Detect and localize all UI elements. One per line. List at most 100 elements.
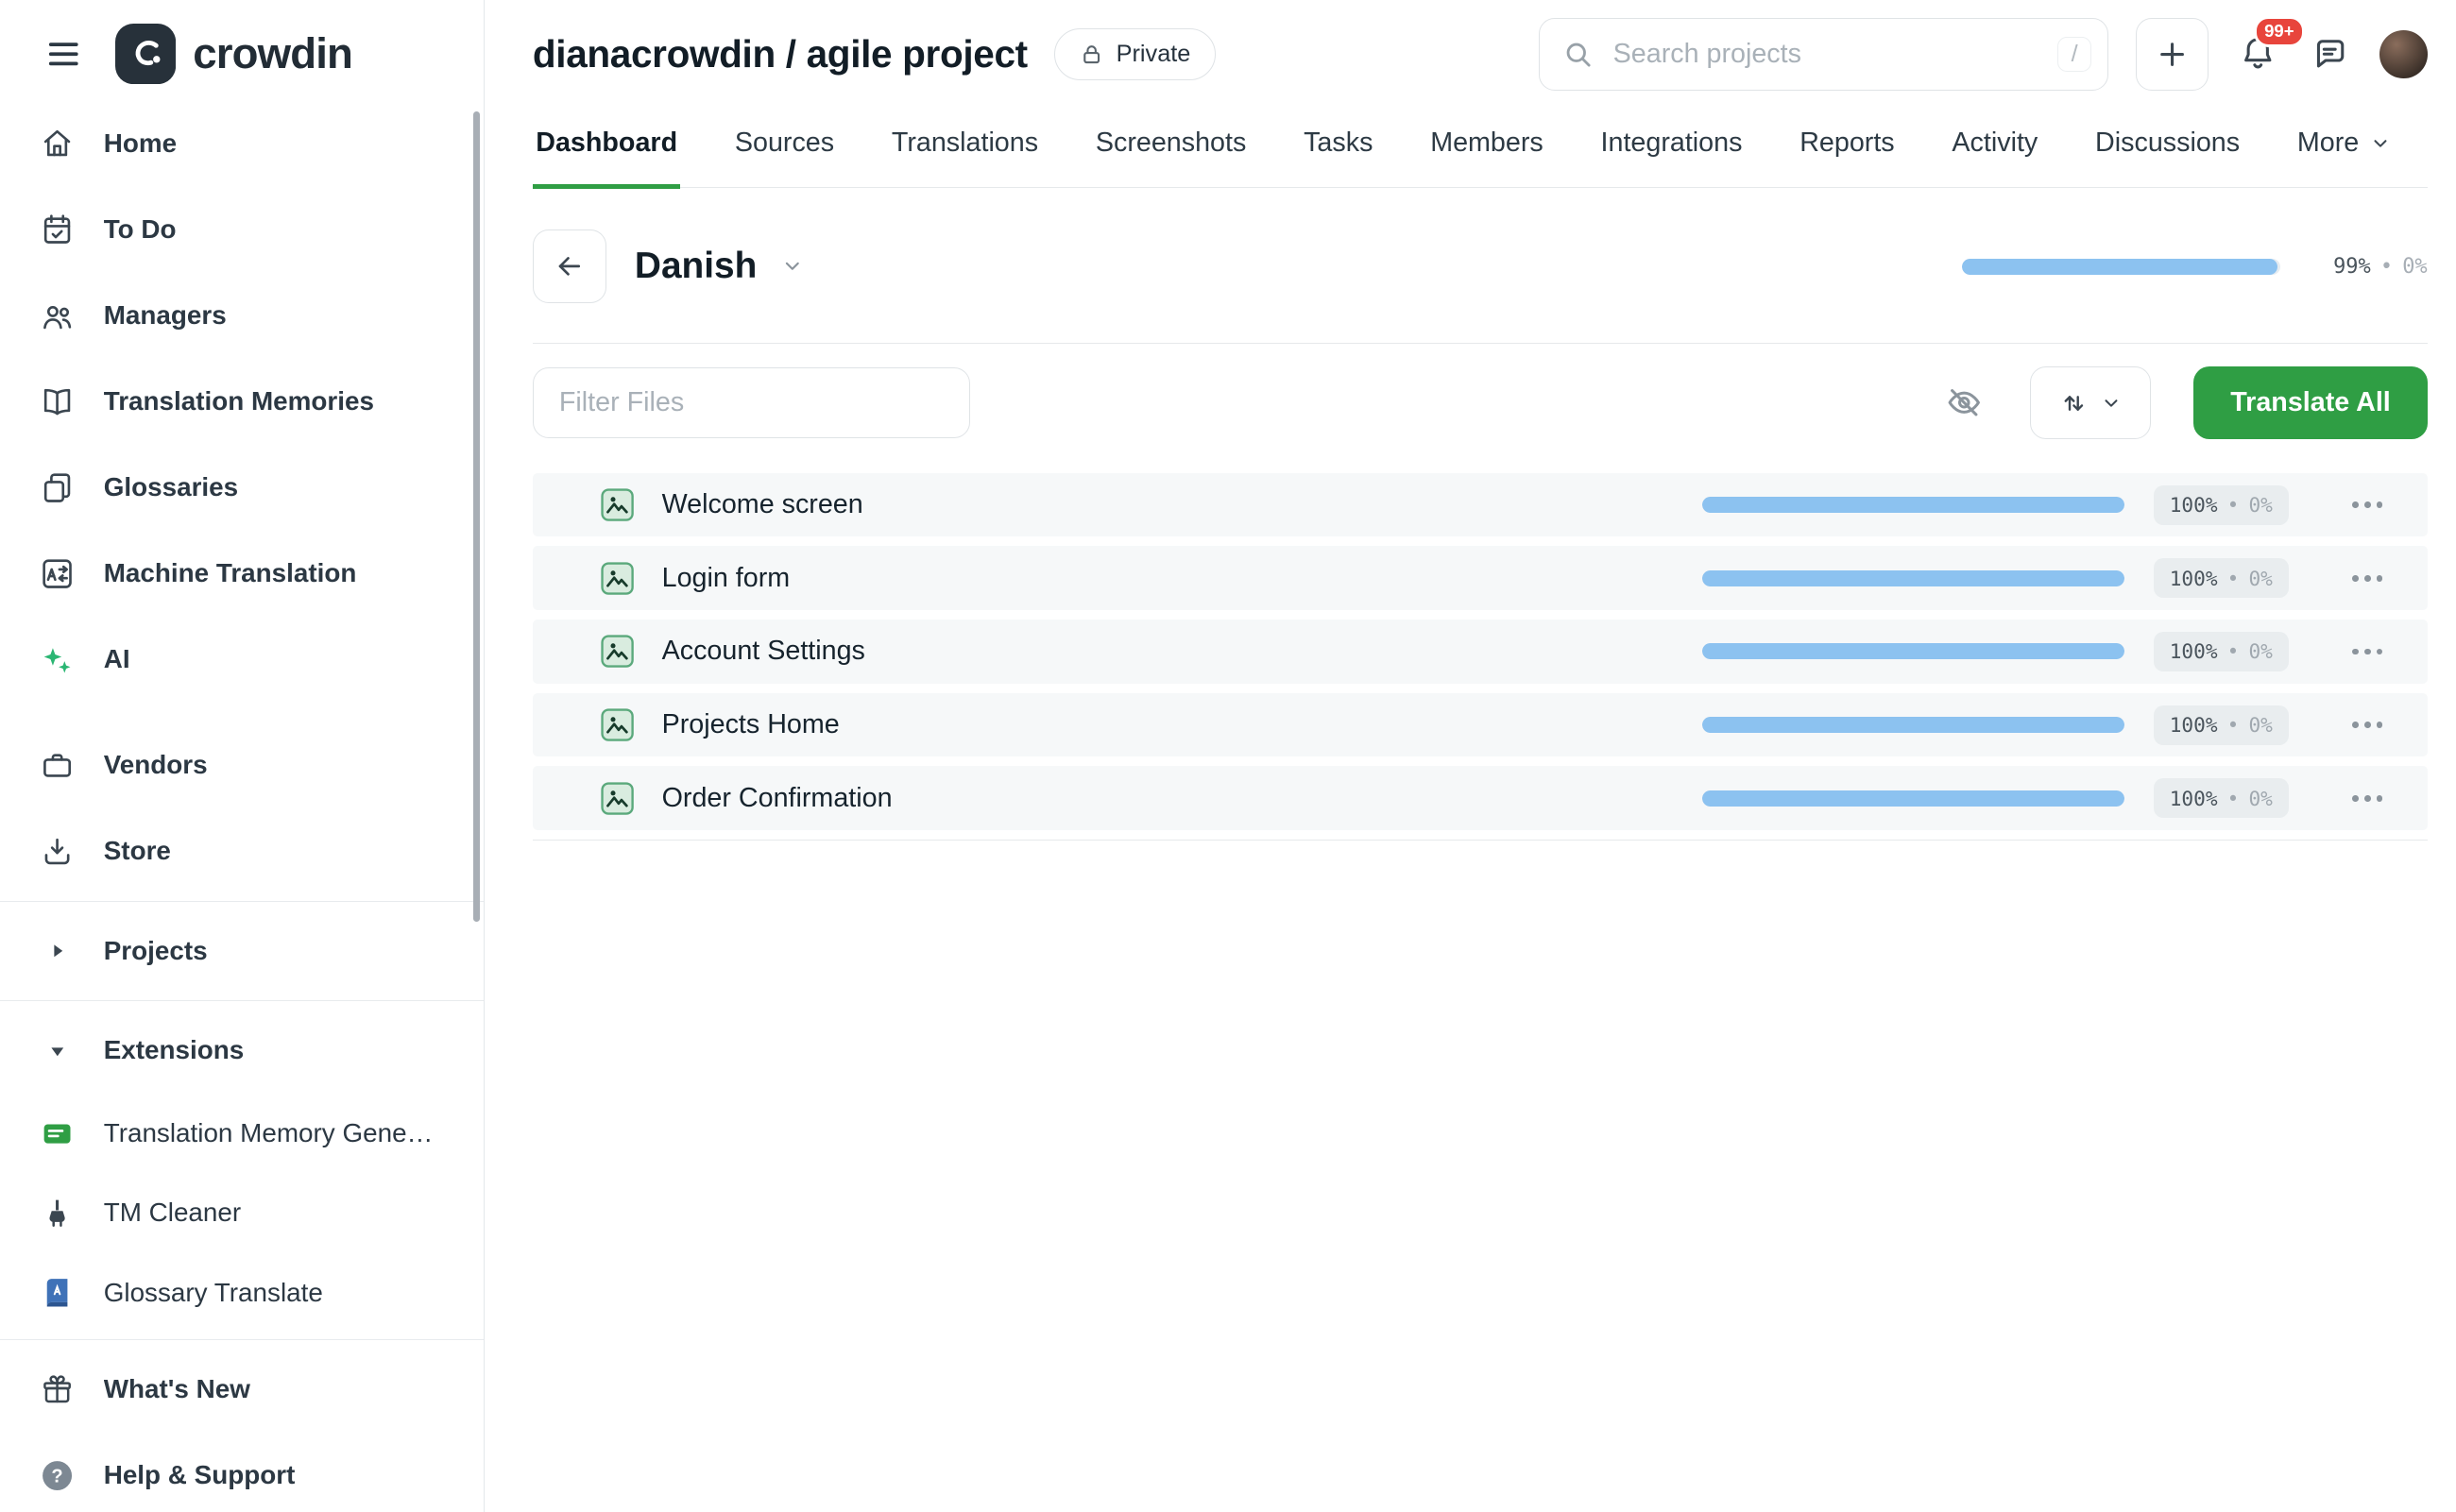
tm-generator-icon [39, 1116, 77, 1151]
sort-arrows-icon [2058, 388, 2089, 418]
sidebar-item-managers[interactable]: Managers [0, 273, 484, 359]
plus-icon [2155, 37, 2190, 72]
create-project-button[interactable] [2136, 18, 2209, 92]
tab-label: Integrations [1601, 127, 1743, 159]
project-tabs: Dashboard Sources Translations Screensho… [533, 111, 2428, 188]
files-toolbar-actions: Translate All [1942, 366, 2428, 440]
tab-integrations[interactable]: Integrations [1597, 111, 1746, 189]
caret-right-icon [39, 940, 77, 962]
approved-percent: 0% [2248, 713, 2272, 737]
file-row-right: 100% • 0% [1702, 632, 2386, 671]
sidebar-item-label: To Do [104, 211, 177, 249]
tab-reports[interactable]: Reports [1797, 111, 1898, 189]
tab-translations[interactable]: Translations [889, 111, 1042, 189]
stats-separator: • [2227, 639, 2240, 663]
sidebar-item-todo[interactable]: To Do [0, 186, 484, 272]
language-progress-fill [1962, 259, 2277, 275]
file-more-button[interactable] [2349, 712, 2386, 738]
messages-button[interactable] [2308, 32, 2352, 76]
crowdin-app: crowdin Home To Do Managers Translation … [0, 0, 2456, 1512]
language-dropdown-button[interactable] [777, 252, 806, 280]
files-toolbar: Translate All [533, 366, 2428, 440]
file-progress-stats: 100% • 0% [2154, 632, 2289, 671]
caret-down-icon [39, 1040, 77, 1062]
translated-percent: 100% [2170, 713, 2218, 737]
user-avatar[interactable] [2379, 30, 2428, 78]
file-name: Account Settings [662, 636, 865, 667]
whats-new-icon [39, 1372, 77, 1407]
sidebar-divider [0, 1339, 484, 1340]
ai-sparkles-icon [39, 642, 77, 677]
tab-label: Activity [1952, 127, 2038, 159]
file-more-button[interactable] [2349, 786, 2386, 811]
tm-cleaner-icon [39, 1196, 77, 1231]
project-breadcrumb[interactable]: dianacrowdin / agile project [533, 32, 1028, 76]
sidebar-item-projects[interactable]: Projects [0, 908, 484, 994]
store-icon [39, 834, 77, 869]
tab-sources[interactable]: Sources [731, 111, 837, 189]
sidebar-item-store[interactable]: Store [0, 808, 484, 894]
crowdin-logo[interactable]: crowdin [115, 24, 353, 84]
tab-discussions[interactable]: Discussions [2092, 111, 2243, 189]
sort-button[interactable] [2030, 366, 2151, 440]
file-progress-stats: 100% • 0% [2154, 705, 2289, 745]
sidebar-item-ai[interactable]: AI [0, 617, 484, 703]
tab-members[interactable]: Members [1427, 111, 1546, 189]
file-more-button[interactable] [2349, 566, 2386, 591]
glossaries-icon [39, 470, 77, 505]
file-progress-bar [1702, 570, 2124, 586]
notifications-wrap: 99+ [2236, 30, 2280, 78]
file-row[interactable]: Account Settings 100% • 0% [533, 620, 2428, 684]
file-more-button[interactable] [2349, 638, 2386, 664]
file-row[interactable]: Projects Home 100% • 0% [533, 693, 2428, 757]
tab-activity[interactable]: Activity [1949, 111, 2041, 189]
eye-off-icon [1945, 383, 1984, 422]
sidebar-scrollbar[interactable] [473, 111, 480, 922]
translated-percent: 100% [2170, 639, 2218, 663]
file-row-right: 100% • 0% [1702, 485, 2386, 525]
sidebar-item-extensions[interactable]: Extensions [0, 1008, 484, 1094]
approved-percent: 0% [2248, 493, 2272, 517]
file-row-right: 100% • 0% [1702, 778, 2386, 818]
sidebar-item-label: TM Cleaner [104, 1194, 241, 1232]
translated-percent: 100% [2170, 493, 2218, 517]
privacy-badge: Private [1054, 28, 1215, 80]
sidebar-item-vendors[interactable]: Vendors [0, 722, 484, 808]
screenshot-file-icon [600, 634, 635, 669]
stats-separator: • [2380, 255, 2393, 279]
tab-dashboard[interactable]: Dashboard [533, 111, 681, 189]
search-input[interactable] [1610, 37, 2041, 71]
tab-screenshots[interactable]: Screenshots [1092, 111, 1249, 189]
tab-tasks[interactable]: Tasks [1301, 111, 1376, 189]
sidebar-item-label: Translation Memories [104, 382, 374, 421]
translation-memories-icon [39, 384, 77, 419]
sidebar-item-whats-new[interactable]: What's New [0, 1347, 484, 1433]
file-row-right: 100% • 0% [1702, 705, 2386, 745]
file-row[interactable]: Order Confirmation 100% • 0% [533, 766, 2428, 830]
back-button[interactable] [533, 229, 606, 303]
file-row[interactable]: Welcome screen 100% • 0% [533, 473, 2428, 537]
screenshot-file-icon [600, 781, 635, 816]
filter-files-input[interactable] [533, 367, 970, 438]
sidebar-item-machine-translation[interactable]: Machine Translation [0, 531, 484, 617]
sidebar-item-glossary-translate[interactable]: Glossary Translate [0, 1253, 484, 1333]
arrow-left-icon [554, 250, 586, 282]
sidebar-item-home[interactable]: Home [0, 100, 484, 186]
translate-all-button[interactable]: Translate All [2193, 366, 2427, 440]
search-shortcut-hint: / [2057, 37, 2091, 73]
sidebar-item-tm-cleaner[interactable]: TM Cleaner [0, 1174, 484, 1253]
file-row[interactable]: Login form 100% • 0% [533, 546, 2428, 610]
tab-more[interactable]: More [2294, 111, 2394, 189]
crowdin-wordmark: crowdin [193, 29, 352, 78]
hamburger-menu-icon[interactable] [42, 32, 86, 76]
sidebar-item-translation-memories[interactable]: Translation Memories [0, 359, 484, 445]
sidebar-item-label: Store [104, 832, 171, 871]
file-more-button[interactable] [2349, 492, 2386, 518]
sidebar-item-translation-memory-generator[interactable]: Translation Memory Gene… [0, 1094, 484, 1173]
tab-label: Discussions [2095, 127, 2240, 159]
screenshot-file-icon [600, 561, 635, 596]
help-icon: ? [39, 1458, 77, 1493]
hide-completed-toggle[interactable] [1942, 381, 1987, 425]
sidebar-item-help-support[interactable]: ? Help & Support [0, 1433, 484, 1512]
sidebar-item-glossaries[interactable]: Glossaries [0, 445, 484, 531]
